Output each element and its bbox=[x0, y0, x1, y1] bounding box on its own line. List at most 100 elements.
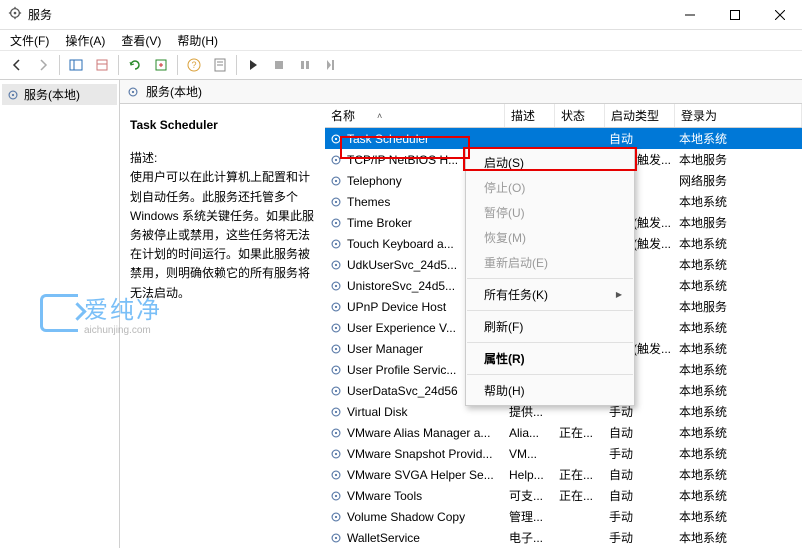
ctx-start[interactable]: 启动(S) bbox=[466, 150, 634, 175]
gear-icon bbox=[329, 279, 343, 293]
service-row[interactable]: Volume Shadow Copy 管理... 手动本地系统 bbox=[325, 506, 802, 527]
titlebar: 服务 bbox=[0, 0, 802, 30]
detail-desc: 使用户可以在此计算机上配置和计划自动任务。此服务还托管多个 Windows 系统… bbox=[130, 168, 315, 302]
cell-desc: 管理... bbox=[505, 508, 555, 525]
cell-name: VMware SVGA Helper Se... bbox=[347, 468, 494, 482]
cell-logon: 本地系统 bbox=[675, 508, 802, 525]
cell-name: VMware Tools bbox=[347, 489, 422, 503]
gear-icon bbox=[329, 384, 343, 398]
cell-name: Volume Shadow Copy bbox=[347, 510, 465, 524]
app-icon bbox=[8, 6, 22, 23]
context-menu: 启动(S) 停止(O) 暂停(U) 恢复(M) 重新启动(E) 所有任务(K) … bbox=[465, 147, 635, 406]
svg-text:?: ? bbox=[191, 60, 196, 70]
cell-name: User Manager bbox=[347, 342, 423, 356]
service-row[interactable]: WalletService电子...手动本地系统 bbox=[325, 527, 802, 548]
show-hide-tree-button[interactable] bbox=[64, 53, 88, 77]
cell-startup: 自动 bbox=[605, 130, 675, 147]
menu-file[interactable]: 文件(F) bbox=[6, 31, 53, 50]
properties-button[interactable] bbox=[208, 53, 232, 77]
pause-service-button[interactable] bbox=[293, 53, 317, 77]
service-row[interactable]: VMware Alias Manager a...Alia...正在...自动本… bbox=[325, 422, 802, 443]
ctx-restart[interactable]: 重新启动(E) bbox=[466, 250, 634, 275]
service-row[interactable]: Task Scheduler自动本地系统 bbox=[325, 128, 802, 149]
gear-icon bbox=[329, 132, 343, 146]
ctx-stop[interactable]: 停止(O) bbox=[466, 175, 634, 200]
cell-logon: 本地系统 bbox=[675, 529, 802, 546]
sort-asc-icon: ˄ bbox=[377, 111, 382, 121]
column-name[interactable]: 名称˄ bbox=[325, 104, 505, 127]
start-service-button[interactable] bbox=[241, 53, 265, 77]
detail-desc-label: 描述: bbox=[130, 149, 315, 168]
service-row[interactable]: VMware Snapshot Provid...VM...手动本地系统 bbox=[325, 443, 802, 464]
column-logon[interactable]: 登录为 bbox=[675, 104, 802, 127]
cell-logon: 本地系统 bbox=[675, 256, 802, 273]
gear-icon bbox=[329, 153, 343, 167]
cell-status: 正在... bbox=[555, 466, 605, 483]
cell-logon: 本地系统 bbox=[675, 235, 802, 252]
tree-root-label: 服务(本地) bbox=[24, 86, 80, 103]
cell-logon: 网络服务 bbox=[675, 172, 802, 189]
cell-logon: 本地系统 bbox=[675, 340, 802, 357]
gear-icon bbox=[6, 88, 20, 102]
export-button[interactable] bbox=[90, 53, 114, 77]
cell-name: TCP/IP NetBIOS H... bbox=[347, 153, 458, 167]
ctx-pause[interactable]: 暂停(U) bbox=[466, 200, 634, 225]
cell-desc: 可支... bbox=[505, 487, 555, 504]
menu-action[interactable]: 操作(A) bbox=[61, 31, 109, 50]
cell-startup: 自动 bbox=[605, 487, 675, 504]
export-list-button[interactable] bbox=[149, 53, 173, 77]
gear-icon bbox=[329, 426, 343, 440]
restart-service-button[interactable] bbox=[319, 53, 343, 77]
ctx-all-tasks[interactable]: 所有任务(K) bbox=[466, 282, 634, 307]
column-status[interactable]: 状态 bbox=[555, 104, 605, 127]
forward-button[interactable] bbox=[31, 53, 55, 77]
menu-view[interactable]: 查看(V) bbox=[117, 31, 165, 50]
gear-icon bbox=[329, 195, 343, 209]
cell-startup: 手动 bbox=[605, 508, 675, 525]
ctx-refresh[interactable]: 刷新(F) bbox=[466, 314, 634, 339]
cell-status: 正在... bbox=[555, 487, 605, 504]
column-startup[interactable]: 启动类型 bbox=[605, 104, 675, 127]
tree-root-item[interactable]: 服务(本地) bbox=[2, 84, 117, 105]
cell-logon: 本地系统 bbox=[675, 130, 802, 147]
window-title: 服务 bbox=[28, 6, 667, 23]
gear-icon bbox=[329, 447, 343, 461]
service-row[interactable]: VMware SVGA Helper Se...Help...正在...自动本地… bbox=[325, 464, 802, 485]
cell-name: Themes bbox=[347, 195, 390, 209]
cell-desc: Help... bbox=[505, 468, 555, 482]
ctx-resume[interactable]: 恢复(M) bbox=[466, 225, 634, 250]
refresh-button[interactable] bbox=[123, 53, 147, 77]
main-header: 服务(本地) bbox=[120, 80, 802, 104]
cell-name: Time Broker bbox=[347, 216, 412, 230]
cell-logon: 本地系统 bbox=[675, 403, 802, 420]
cell-name: UPnP Device Host bbox=[347, 300, 446, 314]
help-button[interactable]: ? bbox=[182, 53, 206, 77]
maximize-button[interactable] bbox=[712, 0, 757, 30]
gear-icon bbox=[329, 300, 343, 314]
service-row[interactable]: VMware Tools可支...正在...自动本地系统 bbox=[325, 485, 802, 506]
cell-logon: 本地系统 bbox=[675, 361, 802, 378]
column-desc[interactable]: 描述 bbox=[505, 104, 555, 127]
ctx-help[interactable]: 帮助(H) bbox=[466, 378, 634, 403]
cell-name: WalletService bbox=[347, 531, 420, 545]
ctx-properties[interactable]: 属性(R) bbox=[466, 346, 634, 371]
cell-logon: 本地服务 bbox=[675, 214, 802, 231]
menubar: 文件(F) 操作(A) 查看(V) 帮助(H) bbox=[0, 30, 802, 50]
cell-desc: VM... bbox=[505, 447, 555, 461]
cell-startup: 手动 bbox=[605, 445, 675, 462]
cell-logon: 本地系统 bbox=[675, 466, 802, 483]
gear-icon bbox=[329, 468, 343, 482]
cell-name: VMware Snapshot Provid... bbox=[347, 447, 492, 461]
watermark-url: aichunjing.com bbox=[84, 325, 162, 336]
cell-name: User Profile Servic... bbox=[347, 363, 456, 377]
cell-startup: 手动 bbox=[605, 529, 675, 546]
watermark-text: 爱纯净 bbox=[84, 290, 162, 325]
watermark: 爱纯净 aichunjing.com bbox=[40, 290, 162, 336]
stop-service-button[interactable] bbox=[267, 53, 291, 77]
close-button[interactable] bbox=[757, 0, 802, 30]
gear-icon bbox=[329, 405, 343, 419]
gear-icon bbox=[329, 216, 343, 230]
minimize-button[interactable] bbox=[667, 0, 712, 30]
menu-help[interactable]: 帮助(H) bbox=[173, 31, 222, 50]
back-button[interactable] bbox=[5, 53, 29, 77]
